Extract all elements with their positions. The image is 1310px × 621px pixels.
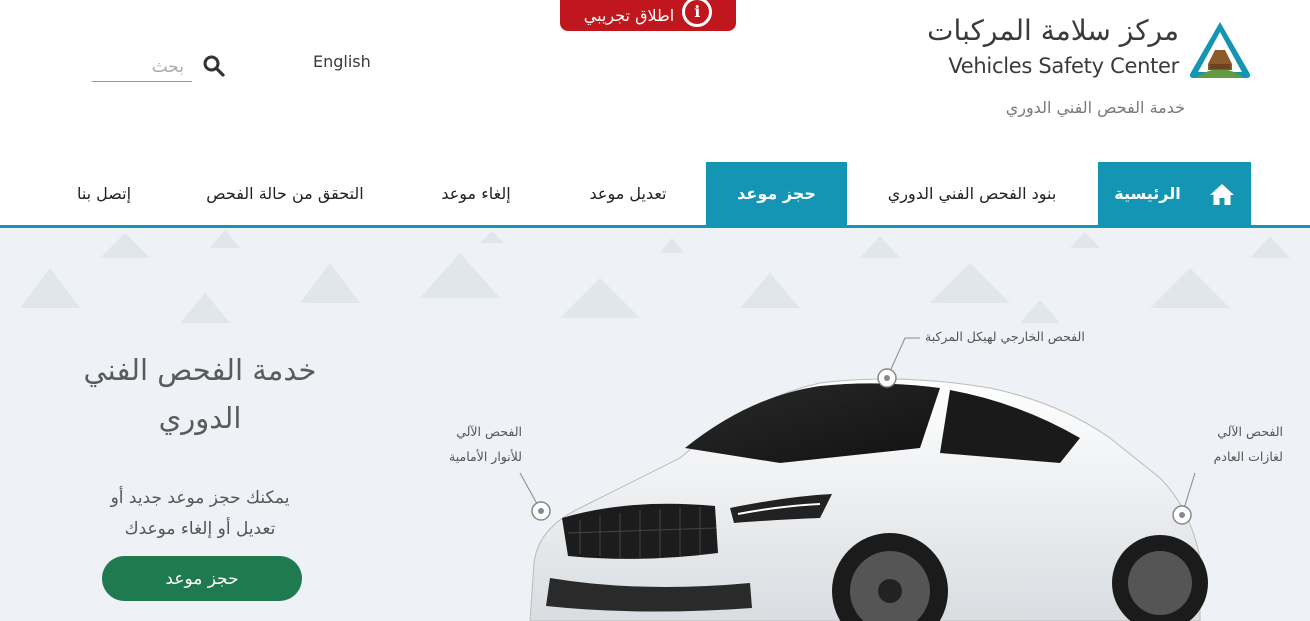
language-switch-link[interactable]: English	[313, 52, 371, 71]
hero-title-line: خدمة الفحص الفني	[83, 353, 317, 387]
callout-body-inspection: الفحص الخارجي لهيكل المركبة	[925, 324, 1085, 349]
nav-item-label: حجز موعد	[737, 184, 816, 203]
callout-text: للأنوار الأمامية	[449, 449, 522, 464]
logo-icon[interactable]	[1188, 20, 1252, 82]
book-appointment-button[interactable]: حجز موعد	[102, 556, 302, 601]
nav-item-home[interactable]: الرئيسية	[1098, 162, 1251, 225]
nav-item-edit-appointment[interactable]: تعديل موعد	[575, 162, 681, 225]
beta-release-label: اطلاق تجريبي	[583, 6, 675, 25]
service-subtitle: خدمة الفحص الفني الدوري	[1005, 98, 1185, 117]
callout-text: الفحص الآلي	[456, 424, 522, 439]
search-input[interactable]	[92, 52, 192, 82]
callout-text: الفحص الآلي	[1217, 424, 1283, 439]
hero-title: خدمة الفحص الفني الدوري	[60, 346, 340, 442]
nav-item-label: إلغاء موعد	[441, 184, 511, 203]
hero-description-line: تعديل أو إلغاء موعدك	[124, 519, 276, 539]
nav-item-check-status[interactable]: التحقق من حالة الفحص	[193, 162, 377, 225]
info-icon: i	[682, 0, 713, 27]
nav-item-inspection-items[interactable]: بنود الفحص الفني الدوري	[872, 162, 1072, 225]
logo-english-name: Vehicles Safety Center	[948, 54, 1179, 78]
hero-title-line: الدوري	[158, 401, 242, 435]
car-image	[529, 378, 1208, 621]
logo-arabic-name: مركز سلامة المركبات	[927, 14, 1179, 47]
nav-item-book-appointment[interactable]: حجز موعد	[706, 162, 847, 225]
home-icon	[1209, 183, 1234, 205]
search-icon[interactable]	[202, 54, 226, 78]
nav-item-label: بنود الفحص الفني الدوري	[887, 184, 1057, 203]
hero-description-line: يمكنك حجز موعد جديد أو	[110, 488, 290, 508]
nav-item-label: الرئيسية	[1114, 184, 1181, 203]
hero-description: يمكنك حجز موعد جديد أو تعديل أو إلغاء مو…	[90, 483, 310, 545]
callout-headlights-inspection: الفحص الآلي للأنوار الأمامية	[435, 419, 522, 469]
beta-release-banner[interactable]: i اطلاق تجريبي	[560, 0, 736, 31]
nav-item-label: تعديل موعد	[589, 184, 667, 203]
decorative-pattern	[20, 230, 1290, 323]
callout-text: لغازات العادم	[1213, 449, 1283, 464]
nav-item-label: التحقق من حالة الفحص	[206, 184, 364, 203]
nav-item-contact-us[interactable]: إتصل بنا	[66, 162, 142, 225]
callout-text: الفحص الخارجي لهيكل المركبة	[925, 329, 1085, 344]
callout-exhaust-inspection: الفحص الآلي لغازات العادم	[1198, 419, 1283, 469]
hero-section: خدمة الفحص الفني الدوري يمكنك حجز موعد ج…	[0, 228, 1310, 621]
nav-item-cancel-appointment[interactable]: إلغاء موعد	[428, 162, 524, 225]
main-navigation: الرئيسية بنود الفحص الفني الدوري حجز موع…	[0, 162, 1310, 230]
nav-item-label: إتصل بنا	[76, 184, 132, 203]
